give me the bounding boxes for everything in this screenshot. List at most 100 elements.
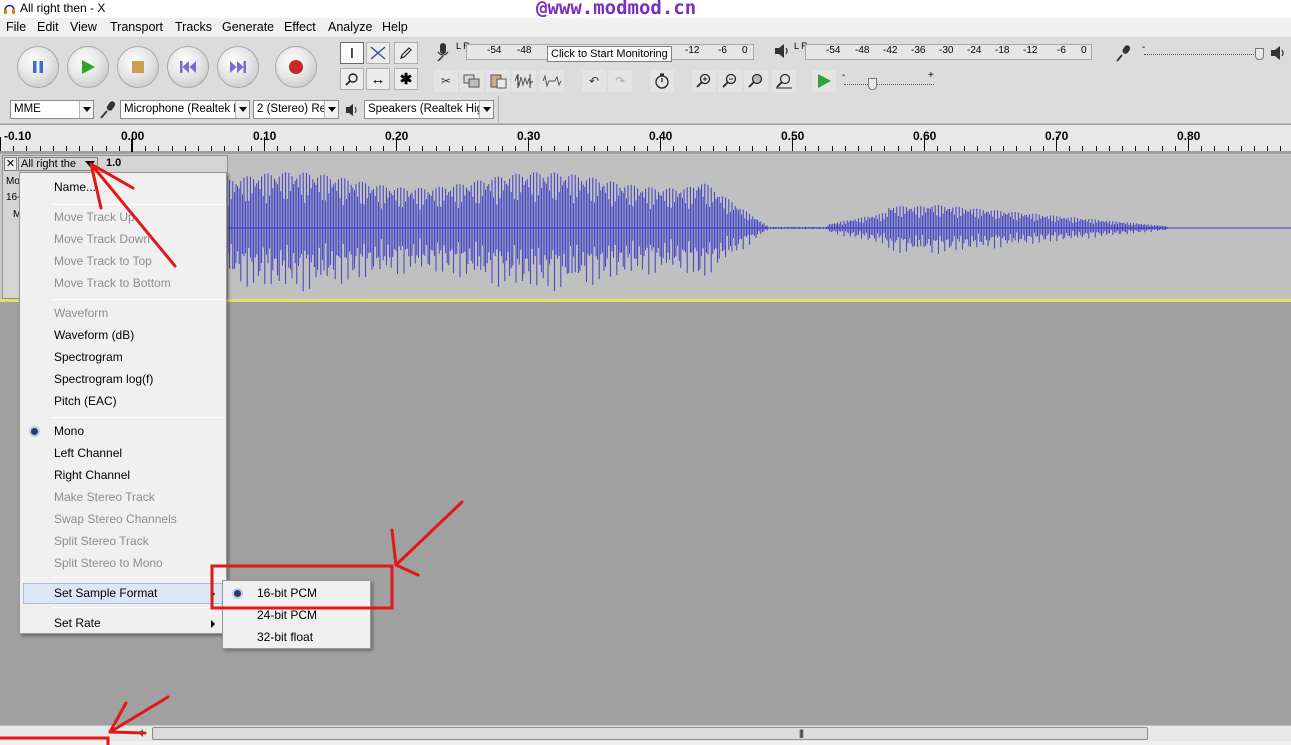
speed-slider-track <box>844 84 934 85</box>
menu-item-32-bit-float[interactable]: 32-bit float <box>257 630 313 644</box>
speed-slider-thumb[interactable] <box>868 78 877 90</box>
menu-item-16-bit-pcm[interactable]: 16-bit PCM <box>257 586 317 600</box>
fit-selection-button[interactable] <box>744 70 768 92</box>
input-volume-mic-icon <box>1116 45 1131 62</box>
menu-item-split-stereo-track[interactable]: Split Stereo Track <box>54 534 149 548</box>
zoom-in-button[interactable] <box>692 70 716 92</box>
ruler-tick <box>290 146 291 151</box>
pause-button[interactable] <box>17 46 59 88</box>
playback-device-select[interactable]: Speakers (Realtek Higl <box>364 100 494 119</box>
menu-item-set-rate[interactable]: Set Rate <box>54 616 101 630</box>
ruler-tick <box>330 146 331 151</box>
ruler-tick <box>1162 146 1163 151</box>
menu-item-move-track-up[interactable]: Move Track Up <box>54 210 135 224</box>
menu-analyze[interactable]: Analyze <box>328 20 372 34</box>
time-shift-tool[interactable]: ↔ <box>366 68 390 90</box>
ruler-tick <box>911 146 912 151</box>
undo-button[interactable]: ↶ <box>582 70 606 92</box>
menu-separator <box>52 204 224 205</box>
menu-item-make-stereo-track[interactable]: Make Stereo Track <box>54 490 155 504</box>
track-gain-label: 1.0 <box>106 157 122 169</box>
speed-slider-max: + <box>928 70 934 81</box>
menu-item-name[interactable]: Name... <box>54 180 96 194</box>
menu-item-waveform-db[interactable]: Waveform (dB) <box>54 328 134 342</box>
recording-device-select[interactable]: Microphone (Realtek H <box>120 100 250 119</box>
ruler-tick <box>779 146 780 151</box>
track-close-button[interactable]: ✕ <box>4 157 17 171</box>
play-button[interactable] <box>67 46 109 88</box>
menu-generate[interactable]: Generate <box>222 20 274 34</box>
recording-channels-select[interactable]: 2 (Stereo) Re <box>253 100 339 119</box>
ruler-tick <box>13 146 14 151</box>
zoom-out-button[interactable] <box>718 70 742 92</box>
input-volume-slider[interactable]: - <box>1140 42 1264 60</box>
horizontal-scrollbar[interactable]: ||| <box>0 725 1291 741</box>
menu-edit[interactable]: Edit <box>37 20 59 34</box>
ruler-tick <box>673 146 674 151</box>
menu-item-mono[interactable]: Mono <box>54 424 84 438</box>
waveform-display[interactable] <box>227 155 1291 299</box>
menu-file[interactable]: File <box>6 20 26 34</box>
draw-tool[interactable] <box>394 42 418 64</box>
ruler-tick <box>502 146 503 151</box>
selection-tool[interactable]: I <box>340 42 364 64</box>
menu-transport[interactable]: Transport <box>110 20 163 34</box>
menu-effect[interactable]: Effect <box>284 20 316 34</box>
menu-item-move-track-to-top[interactable]: Move Track to Top <box>54 254 152 268</box>
envelope-tool[interactable] <box>366 42 390 64</box>
menu-item-move-track-to-bottom[interactable]: Move Track to Bottom <box>54 276 171 290</box>
menu-item-set-sample-format[interactable]: Set Sample Format <box>54 586 157 600</box>
menu-item-swap-stereo-channels[interactable]: Swap Stereo Channels <box>54 512 177 526</box>
menu-item-waveform[interactable]: Waveform <box>54 306 108 320</box>
ruler-tick <box>370 146 371 151</box>
menu-item-move-track-down[interactable]: Move Track Down <box>54 232 150 246</box>
ruler-tick <box>647 146 648 151</box>
scrollbar-grip: ||| <box>799 728 804 738</box>
scroll-left-icon[interactable] <box>138 729 143 737</box>
ruler-tick <box>343 146 344 151</box>
record-button[interactable] <box>275 46 317 88</box>
menu-help[interactable]: Help <box>382 20 408 34</box>
fit-project-button[interactable] <box>772 70 796 92</box>
menu-item-left-channel[interactable]: Left Channel <box>54 446 122 460</box>
menu-item-split-stereo-to-mono[interactable]: Split Stereo to Mono <box>54 556 163 570</box>
stop-button[interactable] <box>117 46 159 88</box>
scrollbar-thumb[interactable]: ||| <box>152 727 1148 740</box>
sample-format-submenu: 16-bit PCM 24-bit PCM 32-bit float <box>222 580 371 649</box>
input-slider-thumb[interactable] <box>1255 48 1264 60</box>
timer-icon <box>655 73 669 89</box>
ruler-tick <box>145 146 146 151</box>
menu-item-24-bit-pcm[interactable]: 24-bit PCM <box>257 608 317 622</box>
ruler-tick <box>26 146 27 151</box>
fit-project-icon <box>776 73 792 89</box>
timeline-ruler[interactable]: -0.10 0.00 0.10 0.20 0.30 0.40 0.50 0.60… <box>0 125 1291 152</box>
menu-item-spectrogram-log[interactable]: Spectrogram log(f) <box>54 372 153 386</box>
menu-item-pitch-eac[interactable]: Pitch (EAC) <box>54 394 117 408</box>
menu-item-right-channel[interactable]: Right Channel <box>54 468 130 482</box>
copy-button[interactable] <box>460 70 484 92</box>
play-speed-slider[interactable]: - + <box>842 70 936 90</box>
redo-button[interactable]: ↷ <box>608 70 632 92</box>
menu-view[interactable]: View <box>70 20 97 34</box>
zoom-tool[interactable] <box>340 68 364 90</box>
multi-tool[interactable]: ✱ <box>394 68 418 90</box>
audio-host-select[interactable]: MME <box>10 100 94 119</box>
sync-lock-button[interactable] <box>650 70 674 92</box>
silence-audio-button[interactable] <box>540 70 564 92</box>
ruler-tick <box>634 146 635 151</box>
ruler-tick <box>436 146 437 151</box>
trim-audio-button[interactable] <box>512 70 536 92</box>
play-at-speed-button[interactable] <box>812 70 836 92</box>
skip-to-start-button[interactable] <box>167 46 209 88</box>
ruler-tick <box>1109 146 1110 151</box>
track-name-dropdown[interactable]: All right the <box>18 157 98 171</box>
menu-item-spectrogram[interactable]: Spectrogram <box>54 350 123 364</box>
cut-button[interactable]: ✂ <box>434 70 458 92</box>
playback-meter[interactable]: -54 -48 -42 -36 -30 -24 -18 -12 -6 0 <box>805 44 1092 60</box>
ruler-tick <box>1188 137 1189 151</box>
monitoring-tooltip[interactable]: Click to Start Monitoring <box>547 46 672 62</box>
paste-button[interactable] <box>486 70 510 92</box>
menu-tracks[interactable]: Tracks <box>175 20 212 34</box>
skip-to-end-button[interactable] <box>217 46 259 88</box>
asterisk-icon: ✱ <box>399 71 413 88</box>
